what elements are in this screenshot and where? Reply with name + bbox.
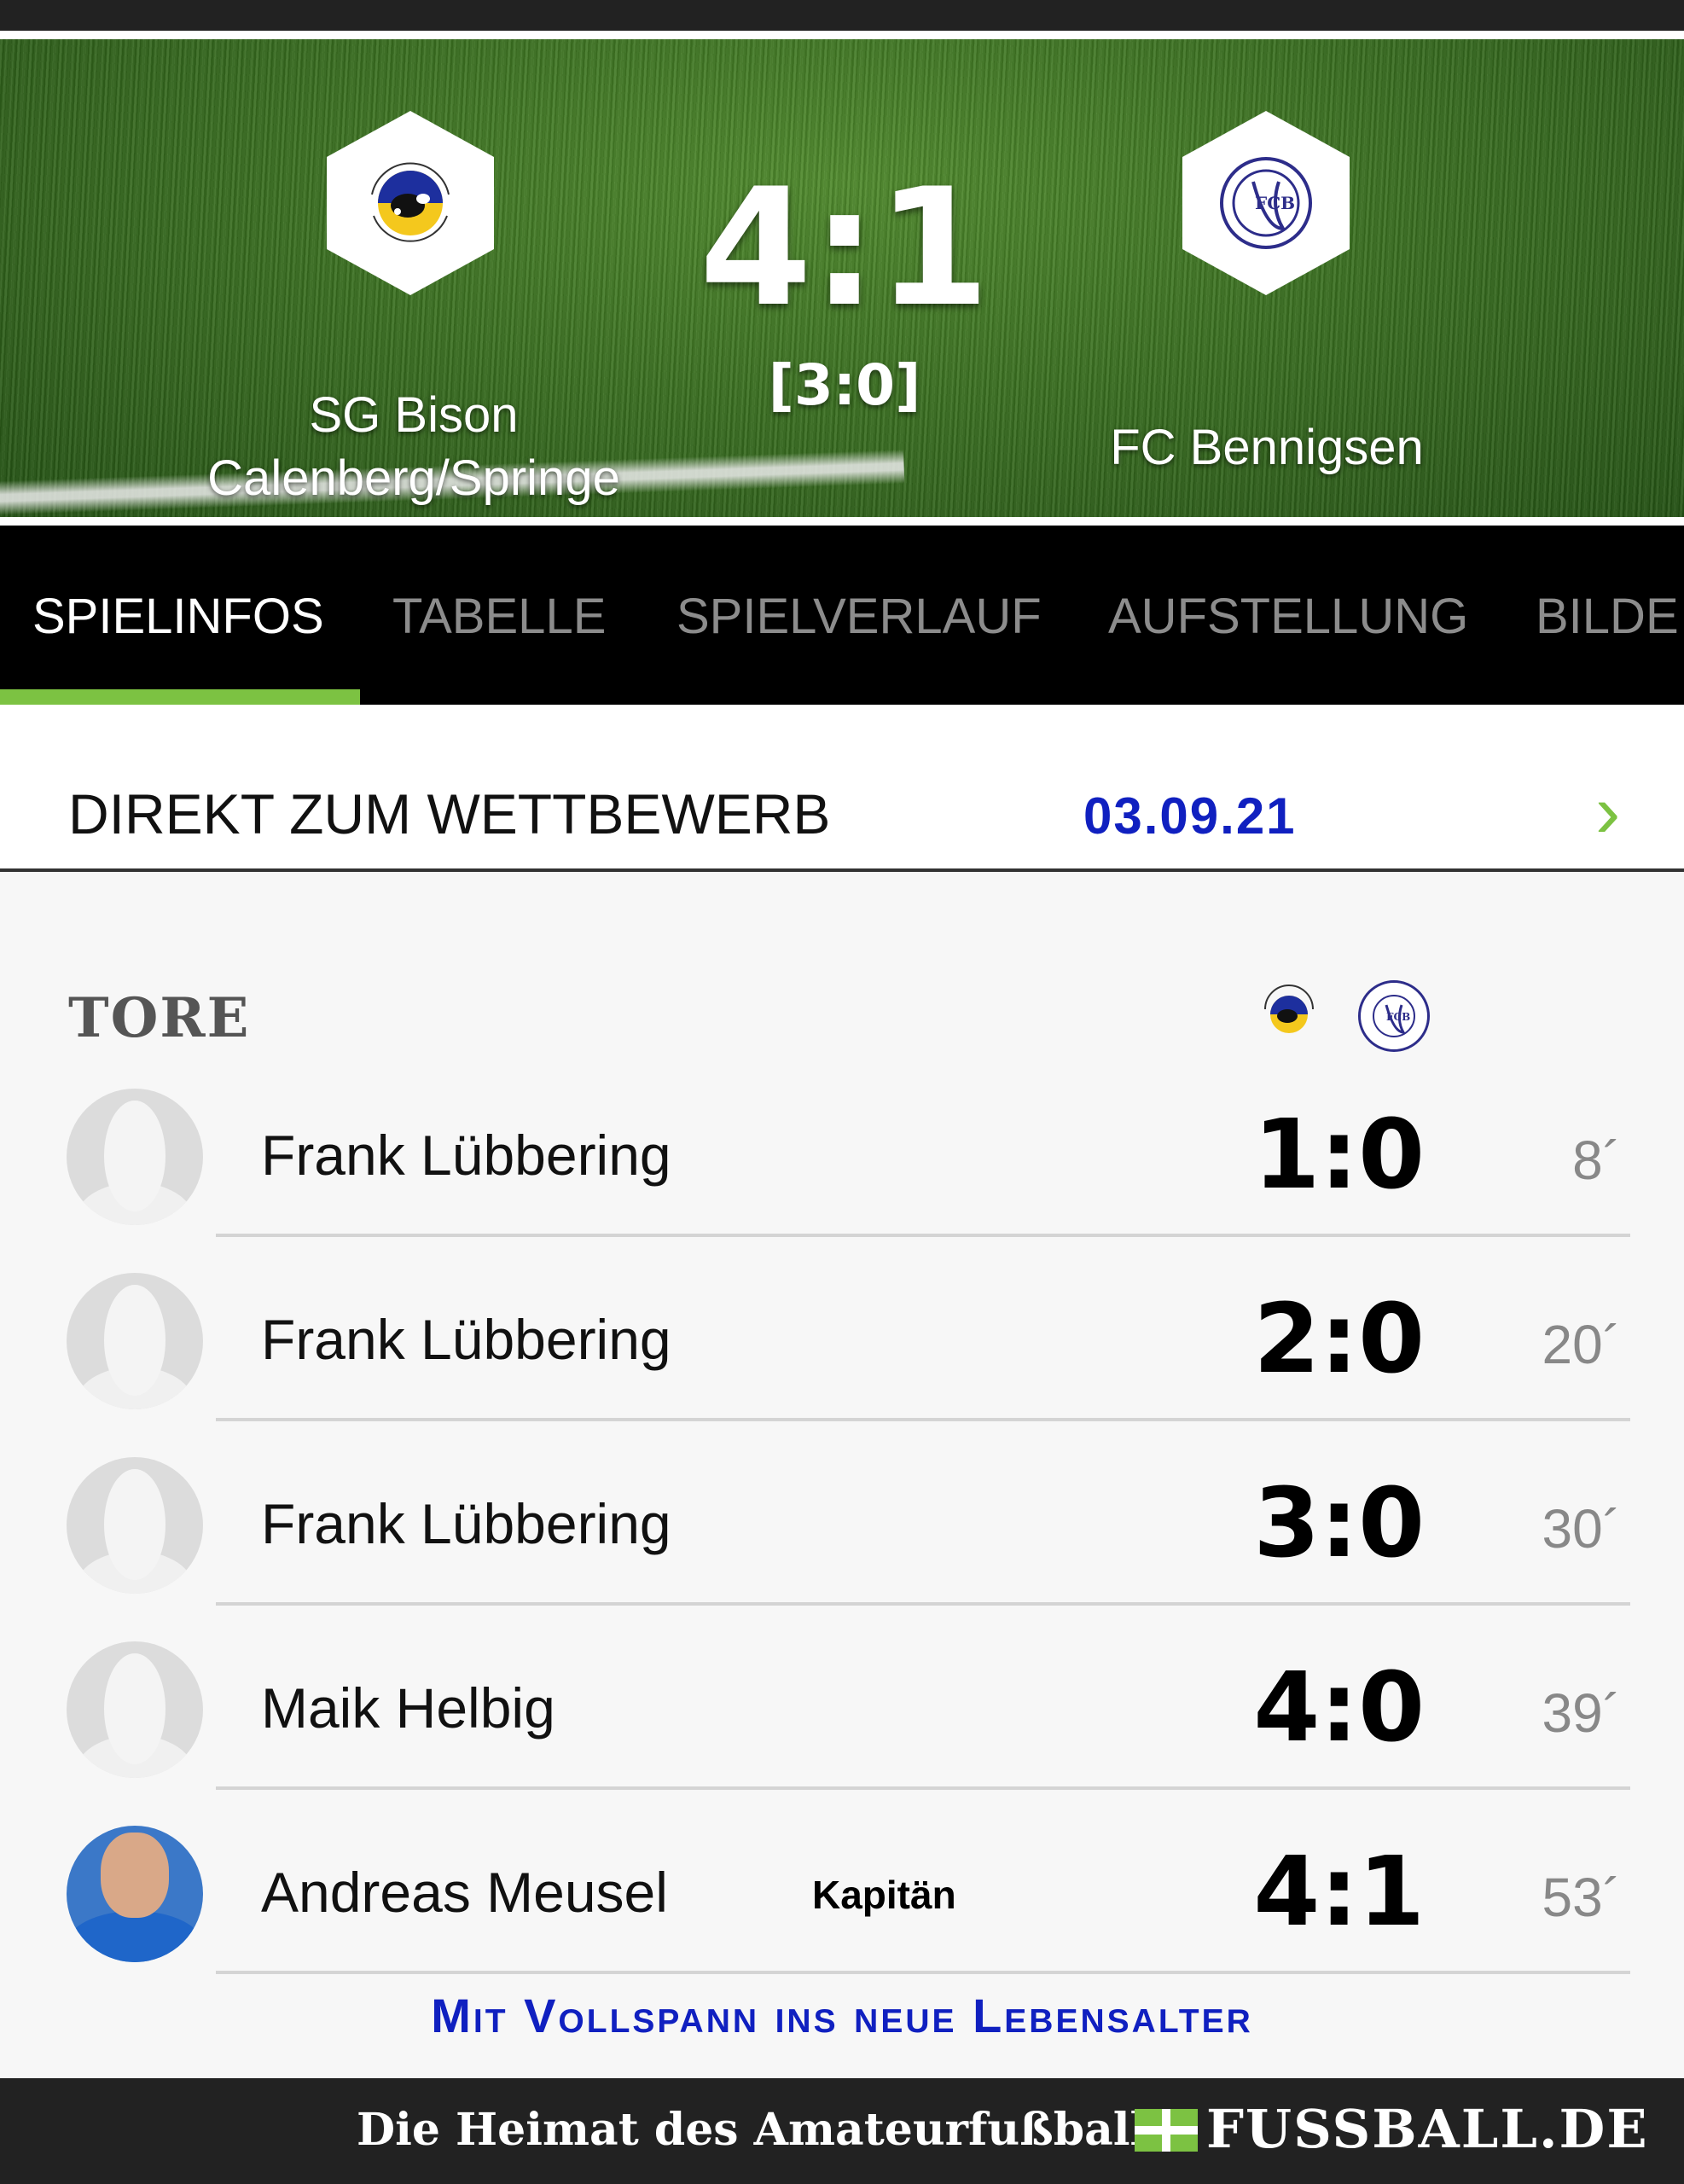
fussball-de-flag-icon xyxy=(1135,2109,1198,2152)
svg-text:FCB: FCB xyxy=(1386,1011,1410,1023)
goal-scorer: Maik Helbig xyxy=(261,1676,555,1740)
goal-scorer: Frank Lübbering xyxy=(261,1124,671,1187)
match-date: 03.09.21 xyxy=(1083,787,1297,845)
goal-score: 3:0 xyxy=(1253,1468,1425,1579)
promo-link[interactable]: Mit Vollspann ins neue Lebensalter xyxy=(0,1988,1684,2043)
away-team-logo[interactable]: FCB xyxy=(1182,111,1350,295)
footer-banner[interactable]: Die Heimat des Amateurfußballs FUSSBALL.… xyxy=(0,2078,1684,2184)
goal-minute: 39´ xyxy=(1542,1682,1622,1744)
goal-row[interactable]: Frank Lübbering 3:0 30´ xyxy=(0,1421,1684,1606)
divider xyxy=(216,1971,1630,1974)
match-tabs: SPIELINFOS TABELLE SPIELVERLAUF AUFSTELL… xyxy=(0,526,1684,705)
player-avatar-placeholder xyxy=(67,1457,203,1594)
away-team-name[interactable]: FC Bennigsen xyxy=(1049,416,1484,479)
goal-row[interactable]: Frank Lübbering 1:0 8´ xyxy=(0,1053,1684,1237)
goal-score: 4:0 xyxy=(1253,1653,1425,1763)
player-avatar-placeholder xyxy=(67,1641,203,1778)
home-team-name-line1: SG Bison xyxy=(309,387,519,443)
competition-link[interactable]: DIREKT ZUM WETTBEWERB 03.09.21 › xyxy=(0,705,1684,872)
footer-tagline: Die Heimat des Amateurfußballs xyxy=(357,2104,1172,2156)
sportclub-bison-calenberg-logo-icon xyxy=(371,162,450,242)
player-avatar-placeholder xyxy=(67,1273,203,1409)
goal-score: 2:0 xyxy=(1253,1284,1425,1395)
goal-scorer: Frank Lübbering xyxy=(261,1492,671,1555)
footer-brand: FUSSBALL.DE xyxy=(1206,2098,1649,2160)
goal-row[interactable]: Maik Helbig 4:0 39´ xyxy=(0,1606,1684,1790)
sportclub-bison-calenberg-logo-icon xyxy=(1264,985,1314,1033)
goal-minute: 30´ xyxy=(1542,1498,1622,1560)
goal-minute: 20´ xyxy=(1542,1314,1622,1375)
divider xyxy=(0,517,1684,526)
divider xyxy=(0,31,1684,39)
fc-bennigsen-logo-icon: FCB xyxy=(1220,157,1312,249)
halftime-score: [3:0] xyxy=(768,352,921,418)
tab-spielinfos[interactable]: SPIELINFOS xyxy=(32,587,324,647)
goal-row[interactable]: Andreas Meusel Kapitän 4:1 53´ xyxy=(0,1790,1684,1974)
goals-section-title: TORE xyxy=(68,986,251,1050)
tab-bilder[interactable]: BILDE xyxy=(1536,587,1679,647)
goal-minute: 8´ xyxy=(1572,1130,1621,1191)
away-team-mini-logo: FCB xyxy=(1358,980,1430,1052)
tab-spielverlauf[interactable]: SPIELVERLAUF xyxy=(677,587,1042,647)
tab-tabelle[interactable]: TABELLE xyxy=(392,587,606,647)
fc-bennigsen-logo-icon: FCB xyxy=(1373,995,1415,1037)
tab-aufstellung[interactable]: AUFSTELLUNG xyxy=(1108,587,1468,647)
home-team-mini-logo xyxy=(1252,978,1326,1051)
competition-link-label: DIREKT ZUM WETTBEWERB xyxy=(68,782,831,845)
goal-row[interactable]: Frank Lübbering 2:0 20´ xyxy=(0,1237,1684,1421)
player-avatar-placeholder xyxy=(67,1089,203,1225)
goal-minute: 53´ xyxy=(1542,1867,1622,1928)
goal-scorer: Frank Lübbering xyxy=(261,1308,671,1371)
match-header: FCB SG Bison Calenberg/Springe FC Bennig… xyxy=(0,39,1684,517)
home-team-name[interactable]: SG Bison Calenberg/Springe xyxy=(128,384,700,510)
home-team-logo[interactable] xyxy=(327,111,494,295)
goal-score: 1:0 xyxy=(1253,1100,1425,1211)
svg-text:FCB: FCB xyxy=(1255,193,1295,213)
chevron-right-icon: › xyxy=(1595,769,1621,853)
goal-score: 4:1 xyxy=(1253,1837,1425,1948)
home-team-name-line2: Calenberg/Springe xyxy=(207,450,620,506)
goal-scorer: Andreas Meusel xyxy=(261,1861,668,1924)
final-score: 4:1 xyxy=(699,154,990,342)
status-bar xyxy=(0,0,1684,31)
captain-badge: Kapitän xyxy=(812,1873,956,1917)
active-tab-indicator xyxy=(0,689,360,705)
player-avatar-photo xyxy=(67,1826,203,1962)
